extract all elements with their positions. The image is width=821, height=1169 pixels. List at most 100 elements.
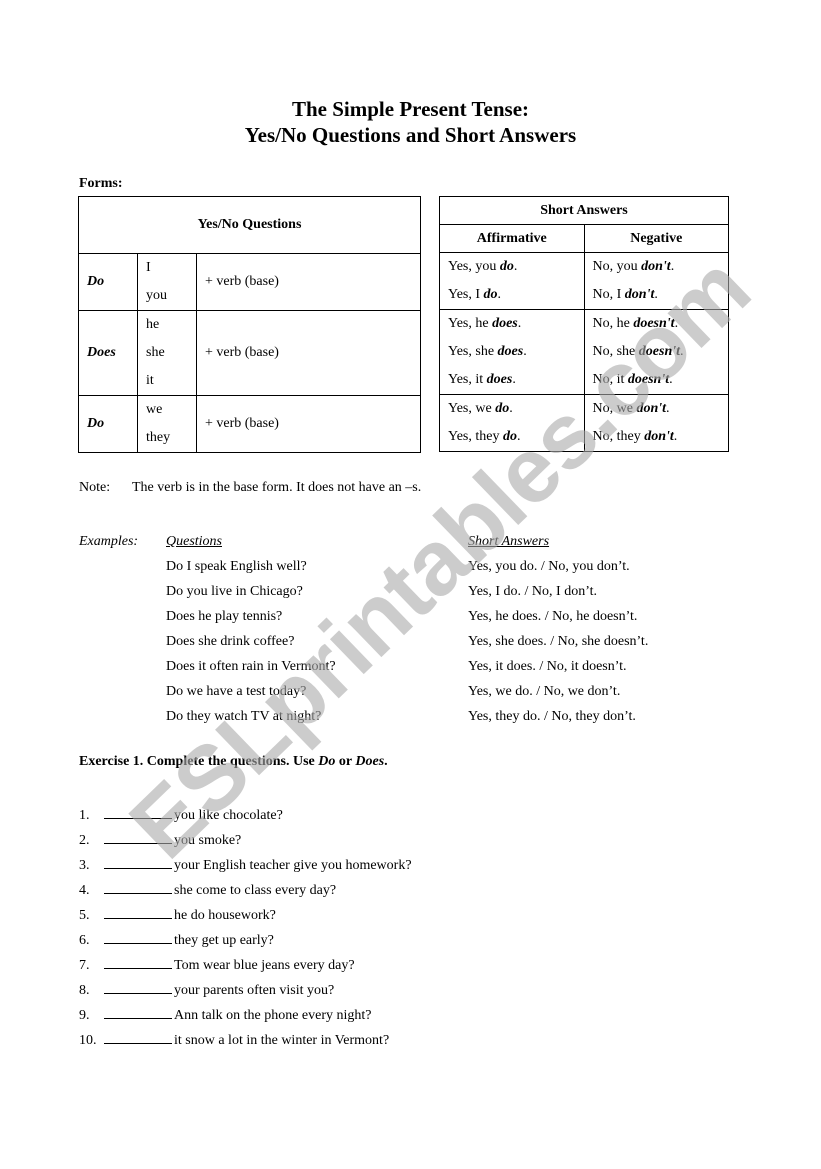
worksheet-title: The Simple Present Tense: Yes/No Questio…: [0, 96, 821, 148]
item-text: Ann talk on the phone every night?: [174, 1008, 372, 1023]
answer-blank[interactable]: [104, 1029, 172, 1044]
example-answer: Yes, he does. / No, he doesn’t.: [468, 609, 638, 624]
verb-cell: + verb (base): [196, 253, 421, 311]
item-text: they get up early?: [174, 933, 274, 948]
exercise-title: Exercise 1. Complete the questions. Use …: [79, 754, 388, 769]
note: Note: The verb is in the base form. It do…: [79, 480, 421, 496]
answer-line: Yes, it does.: [448, 372, 516, 387]
item-number: 3.: [79, 858, 90, 873]
subject: I: [146, 260, 151, 275]
item-text: you like chocolate?: [174, 808, 283, 823]
answer-blank[interactable]: [104, 904, 172, 919]
item-text: it snow a lot in the winter in Vermont?: [174, 1033, 390, 1048]
answer-line: No, you don't.: [592, 259, 675, 274]
example-answer: Yes, you do. / No, you don’t.: [468, 559, 630, 574]
questions-header: Questions: [166, 534, 222, 549]
exercise-item: 9. Ann talk on the phone every night?: [79, 1003, 412, 1028]
example-answer: Yes, I do. / No, I don’t.: [468, 584, 597, 599]
item-text: you smoke?: [174, 833, 242, 848]
example-question: Do I speak English well?: [166, 559, 307, 574]
item-number: 7.: [79, 958, 90, 973]
item-number: 4.: [79, 883, 90, 898]
subject: we: [146, 402, 163, 417]
answer-blank[interactable]: [104, 979, 172, 994]
table-row: Do we they + verb (base): [78, 395, 421, 453]
table-row: Yes, you do. Yes, I do. No, you don't. N…: [439, 252, 729, 310]
item-text: he do housework?: [174, 908, 276, 923]
example-answer: Yes, we do. / No, we don’t.: [468, 684, 621, 699]
short-answers-table: Short Answers Affirmative Negative Yes, …: [439, 196, 729, 452]
subjects-cell: he she it: [137, 310, 197, 396]
forms-label: Forms:: [79, 176, 123, 191]
item-number: 10.: [79, 1033, 97, 1048]
negative-cell: No, you don't. No, I don't.: [583, 252, 729, 310]
example-answer: Yes, they do. / No, they don’t.: [468, 709, 636, 724]
subject: it: [146, 373, 154, 388]
answer-line: No, she doesn't.: [592, 344, 684, 359]
exercise-list: 1. you like chocolate? 2. you smoke? 3. you…: [79, 803, 412, 1053]
answers-header: Short Answers: [468, 534, 550, 549]
examples-label: Examples:: [79, 534, 139, 549]
exercise-item: 3. your English teacher give you homework…: [79, 853, 412, 878]
answer-line: No, we don't.: [592, 401, 670, 416]
answer-line: Yes, she does.: [448, 344, 527, 359]
item-text: Tom wear blue jeans every day?: [174, 958, 355, 973]
example-answer: Yes, it does. / No, it doesn’t.: [468, 659, 627, 674]
table-row: Yes, we do. Yes, they do. No, we don't. …: [439, 394, 729, 452]
auxiliary-cell: Do: [78, 395, 138, 453]
answer-line: Yes, you do.: [448, 259, 518, 274]
answer-blank[interactable]: [104, 1004, 172, 1019]
subjects-cell: we they: [137, 395, 197, 453]
auxiliary-cell: Do: [78, 253, 138, 311]
exercise-item: 5. he do housework?: [79, 903, 412, 928]
subject: you: [146, 288, 167, 303]
answer-line: No, it doesn't.: [592, 372, 673, 387]
answer-blank[interactable]: [104, 854, 172, 869]
example-question: Do you live in Chicago?: [166, 584, 303, 599]
affirmative-header: Affirmative: [439, 224, 585, 253]
answer-blank[interactable]: [104, 804, 172, 819]
exercise-item: 4. she come to class every day?: [79, 878, 412, 903]
auxiliary-cell: Does: [78, 310, 138, 396]
exercise-item: 8. your parents often visit you?: [79, 978, 412, 1003]
example-questions: Questions Do I speak English well? Do yo…: [166, 529, 336, 729]
item-number: 2.: [79, 833, 90, 848]
yes-no-questions-header: Yes/No Questions: [78, 196, 421, 254]
item-number: 9.: [79, 1008, 90, 1023]
example-question: Do they watch TV at night?: [166, 709, 322, 724]
example-question: Does he play tennis?: [166, 609, 283, 624]
answer-line: No, I don't.: [592, 287, 658, 302]
exercise-item: 10. it snow a lot in the winter in Vermon…: [79, 1028, 412, 1053]
answer-blank[interactable]: [104, 829, 172, 844]
item-number: 1.: [79, 808, 90, 823]
exercise-item: 1. you like chocolate?: [79, 803, 412, 828]
example-answer: Yes, she does. / No, she doesn’t.: [468, 634, 649, 649]
answer-blank[interactable]: [104, 879, 172, 894]
subject: he: [146, 317, 160, 332]
answer-line: No, they don't.: [592, 429, 678, 444]
item-number: 6.: [79, 933, 90, 948]
example-answers: Short Answers Yes, you do. / No, you don…: [468, 529, 648, 729]
answer-line: Yes, they do.: [448, 429, 521, 444]
example-question: Does she drink coffee?: [166, 634, 295, 649]
item-text: your English teacher give you homework?: [174, 858, 412, 873]
note-label: Note:: [79, 480, 111, 495]
exercise-item: 7. Tom wear blue jeans every day?: [79, 953, 412, 978]
affirmative-cell: Yes, we do. Yes, they do.: [439, 394, 585, 452]
affirmative-cell: Yes, he does. Yes, she does. Yes, it doe…: [439, 309, 585, 395]
item-text: she come to class every day?: [174, 883, 337, 898]
answer-blank[interactable]: [104, 929, 172, 944]
exercise-item: 6. they get up early?: [79, 928, 412, 953]
table-row: Do I you + verb (base): [78, 253, 421, 311]
answer-blank[interactable]: [104, 954, 172, 969]
table-row: Yes, he does. Yes, she does. Yes, it doe…: [439, 309, 729, 395]
answer-line: No, he doesn't.: [592, 316, 679, 331]
negative-header: Negative: [583, 224, 729, 253]
subjects-cell: I you: [137, 253, 197, 311]
answer-line: Yes, I do.: [448, 287, 502, 302]
negative-cell: No, he doesn't. No, she doesn't. No, it …: [583, 309, 729, 395]
title-line-2: Yes/No Questions and Short Answers: [244, 123, 577, 147]
item-number: 8.: [79, 983, 90, 998]
yes-no-questions-table: Yes/No Questions Do I you + verb (base) …: [78, 196, 421, 453]
table-row: Does he she it + verb (base): [78, 310, 421, 396]
